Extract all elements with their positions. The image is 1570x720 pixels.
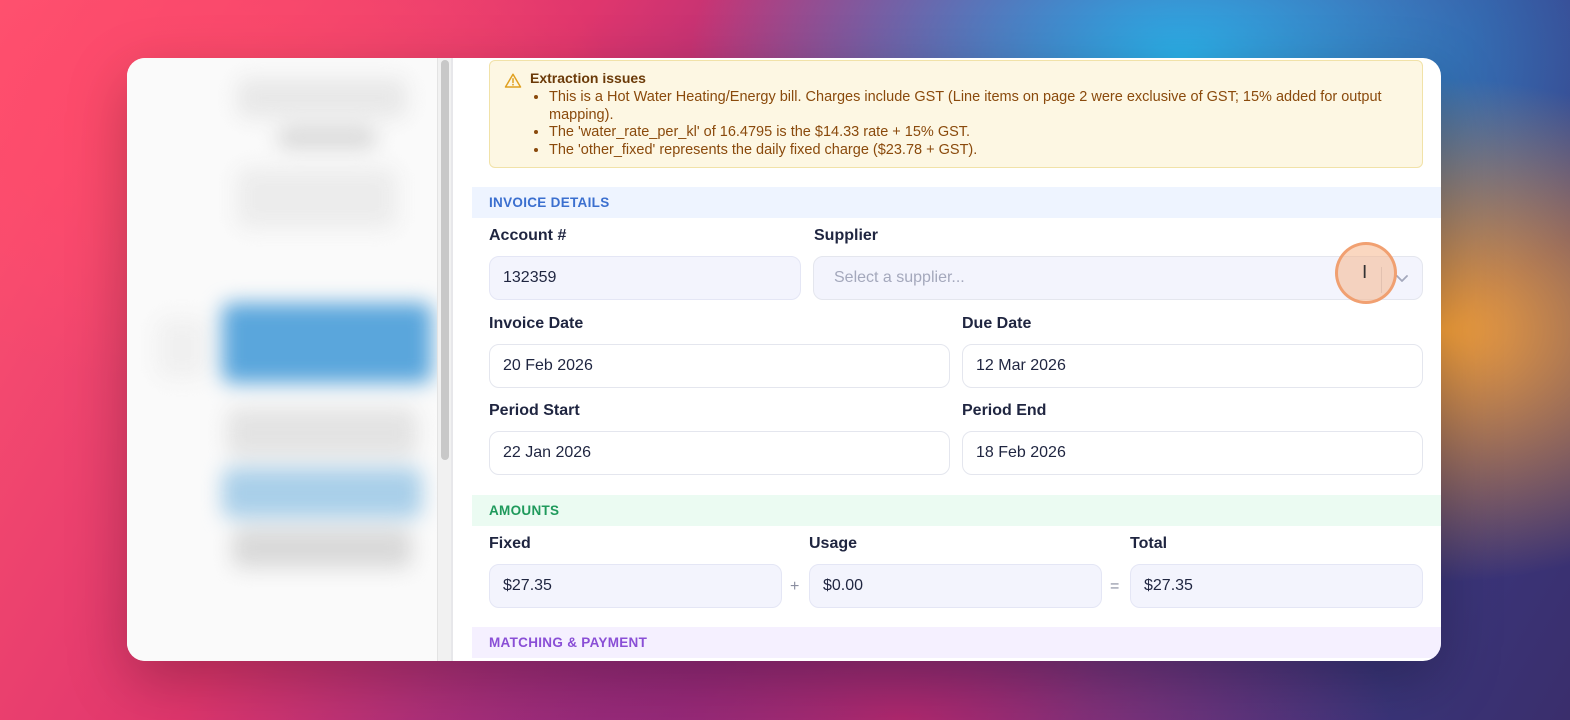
usage-label: Usage <box>809 535 858 552</box>
account-number-field[interactable]: 132359 <box>489 256 801 300</box>
total-label: Total <box>1130 535 1168 552</box>
alert-title: Extraction issues <box>530 70 646 86</box>
invoice-date-label: Invoice Date <box>489 315 584 332</box>
amounts-heading: AMOUNTS <box>472 495 1441 526</box>
invoice-form-panel: Extraction issues This is a Hot Water He… <box>472 58 1441 661</box>
document-preview-pane <box>127 58 437 661</box>
text-cursor-icon: I <box>1362 262 1368 283</box>
alert-list: This is a Hot Water Heating/Energy bill.… <box>530 89 1419 159</box>
warning-triangle-icon <box>504 73 522 88</box>
due-date-field[interactable]: 12 Mar 2026 <box>962 344 1423 388</box>
matching-payment-heading: MATCHING & PAYMENT <box>472 627 1441 658</box>
invoice-details-heading: INVOICE DETAILS <box>472 187 1441 218</box>
app-window: Extraction issues This is a Hot Water He… <box>127 58 1441 661</box>
alert-item: The 'other_fixed' represents the daily f… <box>549 142 1419 160</box>
due-date-label: Due Date <box>962 315 1032 332</box>
supplier-label: Supplier <box>814 227 879 244</box>
equals-sign: = <box>1110 578 1120 595</box>
pane-divider[interactable] <box>451 58 453 661</box>
alert-item: The 'water_rate_per_kl' of 16.4795 is th… <box>549 124 1419 142</box>
total-amount-field[interactable]: $27.35 <box>1130 564 1423 608</box>
extraction-issues-alert: Extraction issues This is a Hot Water He… <box>489 60 1423 168</box>
period-end-label: Period End <box>962 402 1047 419</box>
plus-sign: + <box>790 578 800 595</box>
fixed-amount-field[interactable]: $27.35 <box>489 564 782 608</box>
period-end-field[interactable]: 18 Feb 2026 <box>962 431 1423 475</box>
usage-amount-field[interactable]: $0.00 <box>809 564 1102 608</box>
scrollbar-thumb[interactable] <box>441 60 449 460</box>
period-start-field[interactable]: 22 Jan 2026 <box>489 431 950 475</box>
preview-scrollbar[interactable] <box>437 58 452 661</box>
account-label: Account # <box>489 227 567 244</box>
fixed-label: Fixed <box>489 535 531 552</box>
supplier-select[interactable]: Select a supplier... <box>813 256 1423 300</box>
alert-item: This is a Hot Water Heating/Energy bill.… <box>549 89 1419 124</box>
period-start-label: Period Start <box>489 402 580 419</box>
invoice-date-field[interactable]: 20 Feb 2026 <box>489 344 950 388</box>
blurred-preview <box>127 58 437 661</box>
supplier-placeholder: Select a supplier... <box>834 269 965 286</box>
